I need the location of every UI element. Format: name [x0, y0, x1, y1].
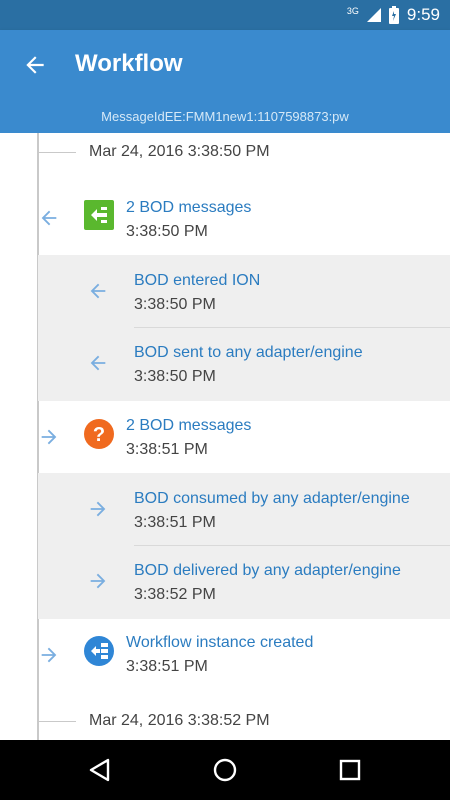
arrow-right-icon [90, 573, 106, 589]
battery-icon [388, 6, 399, 24]
system-nav-bar [0, 740, 450, 800]
timeline-item[interactable]: BOD sent to any adapter/engine 3:38:50 P… [38, 328, 450, 401]
arrow-right-icon [90, 501, 106, 517]
back-arrow-icon[interactable] [22, 52, 48, 78]
timeline-group[interactable]: 2 BOD messages 3:38:50 PM [0, 182, 450, 255]
timeline-tick [38, 721, 76, 722]
arrow-right-icon [41, 429, 57, 445]
item-time: 3:38:50 PM [134, 296, 216, 313]
group-time: 3:38:50 PM [126, 223, 208, 240]
item-time: 3:38:51 PM [134, 514, 216, 531]
timeline-group[interactable]: ? 2 BOD messages 3:38:51 PM [0, 401, 450, 474]
date-label: Mar 24, 2016 3:38:50 PM [89, 143, 270, 160]
timeline-date-bottom: Mar 24, 2016 3:38:52 PM [0, 702, 450, 742]
group-title: Workflow instance created [126, 634, 314, 651]
network-type: 3G [346, 6, 359, 16]
back-nav-icon[interactable] [86, 756, 114, 784]
item-time: 3:38:50 PM [134, 368, 216, 385]
timeline-date-top: Mar 24, 2016 3:38:50 PM [0, 133, 450, 173]
clock: 9:59 [406, 5, 440, 24]
date-label: Mar 24, 2016 3:38:52 PM [89, 712, 270, 729]
arrow-left-icon [90, 283, 106, 299]
svg-text:?: ? [93, 424, 105, 446]
page-title: Workflow [75, 50, 183, 77]
bod-message-green-icon [84, 200, 114, 230]
recents-nav-icon[interactable] [336, 756, 364, 784]
message-id: MessageIdEE:FMM1new1:1107598873:pw [0, 100, 450, 133]
group-time: 3:38:51 PM [126, 658, 208, 675]
arrow-left-icon [90, 355, 106, 371]
item-title: BOD consumed by any adapter/engine [134, 490, 410, 507]
app-bar: Workflow [0, 30, 450, 100]
item-title: BOD sent to any adapter/engine [134, 344, 363, 361]
group-title: 2 BOD messages [126, 417, 252, 434]
arrow-right-icon [41, 647, 57, 663]
item-title: BOD entered ION [134, 272, 261, 289]
item-title: BOD delivered by any adapter/engine [134, 562, 401, 579]
item-time: 3:38:52 PM [134, 586, 216, 603]
group-time: 3:38:51 PM [126, 441, 208, 458]
home-nav-icon[interactable] [211, 756, 239, 784]
timeline-item[interactable]: BOD consumed by any adapter/engine 3:38:… [38, 473, 450, 546]
timeline-item[interactable]: BOD delivered by any adapter/engine 3:38… [38, 546, 450, 619]
signal-icon [366, 8, 381, 22]
timeline-tick [38, 152, 76, 153]
workflow-blue-icon [84, 636, 114, 666]
timeline-group[interactable]: Workflow instance created 3:38:51 PM [0, 618, 450, 691]
status-bar: 3G 9:59 [0, 0, 450, 30]
timeline-item[interactable]: BOD entered ION 3:38:50 PM [38, 255, 450, 328]
arrow-left-icon [41, 210, 57, 226]
group-title: 2 BOD messages [126, 199, 252, 216]
question-orange-icon: ? [84, 419, 114, 449]
